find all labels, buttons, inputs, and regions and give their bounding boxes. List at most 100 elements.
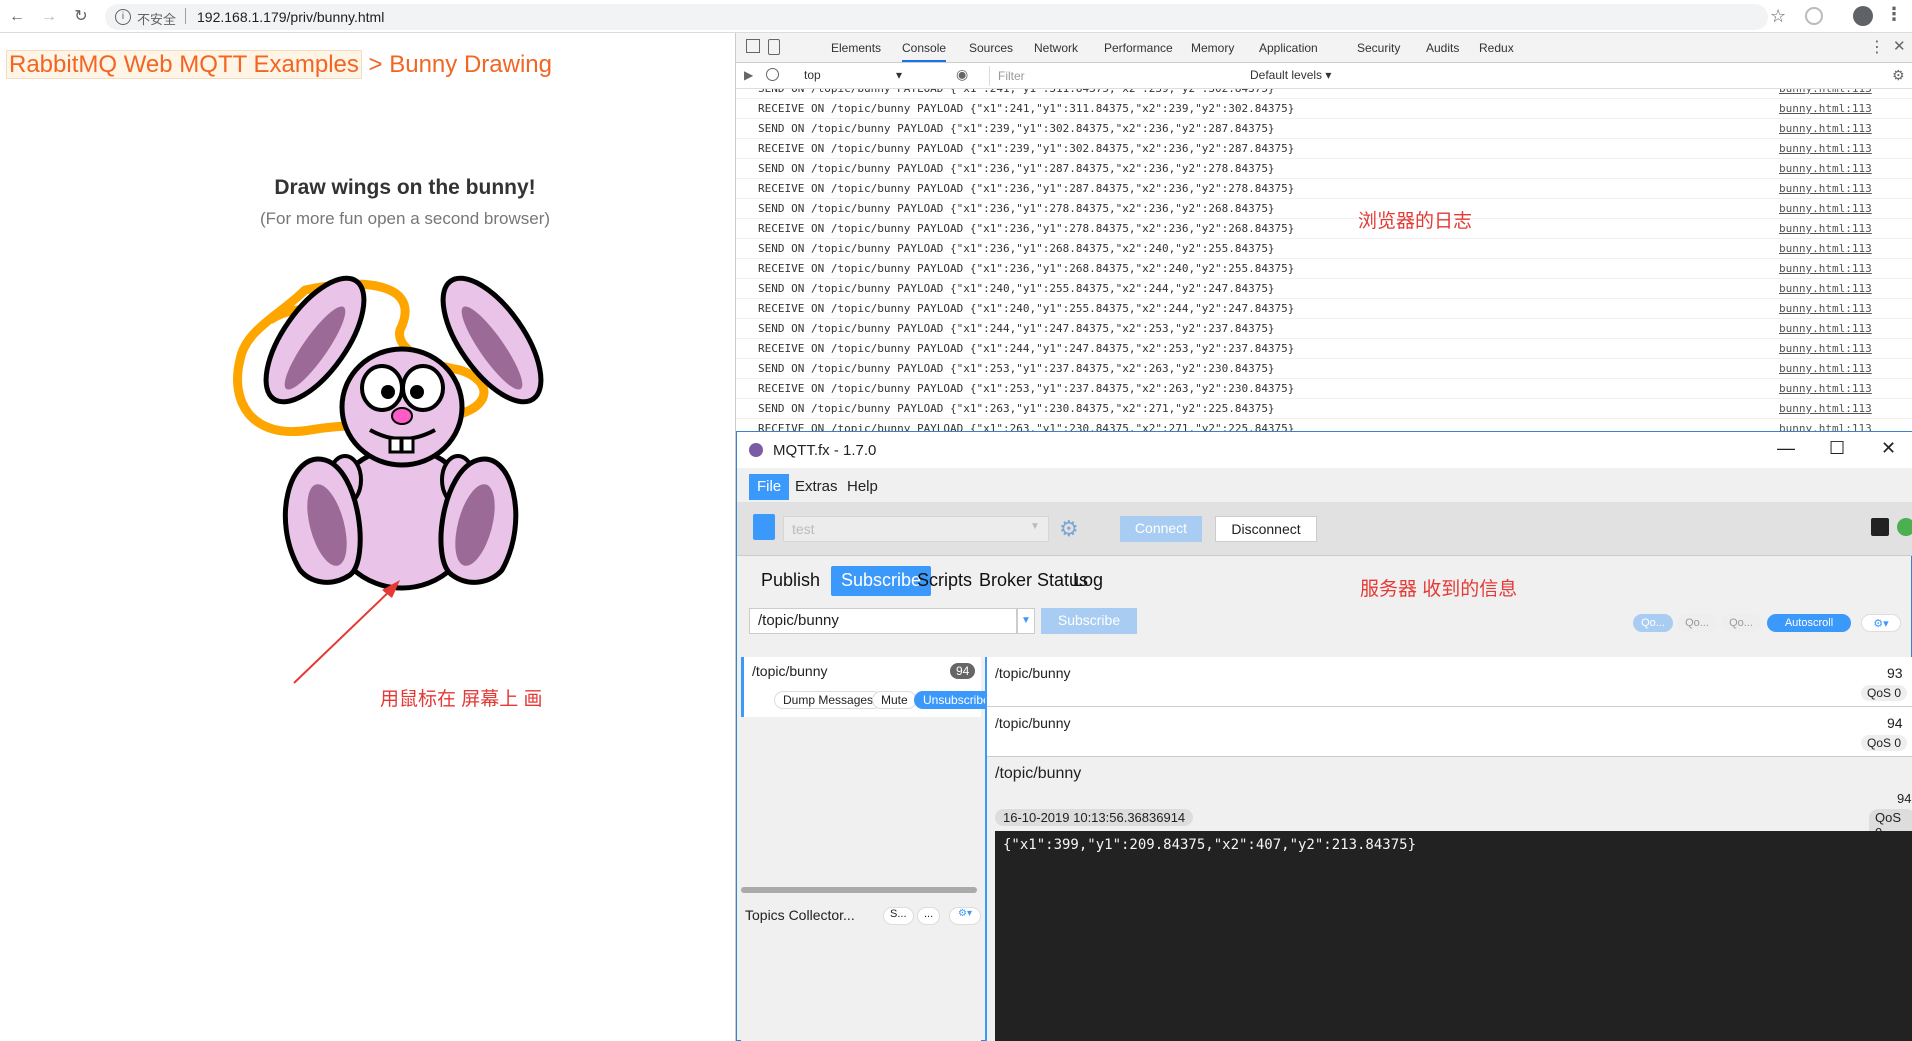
- devtools-tabbar: ⋮ ✕ Elements Console Sources Network Perform…: [736, 33, 1912, 63]
- qos2-toggle[interactable]: Qo...: [1721, 614, 1761, 632]
- sidebar-toggle-icon[interactable]: ▶︎: [744, 68, 753, 82]
- devtools-tab-elements[interactable]: Elements: [831, 41, 881, 55]
- device-toggle-icon[interactable]: [768, 39, 780, 55]
- profile-avatar[interactable]: [1853, 6, 1873, 26]
- console-filter-input[interactable]: Filter: [989, 66, 1215, 86]
- devtools-tab-network[interactable]: Network: [1034, 41, 1078, 55]
- log-source-link[interactable]: bunny.html:113: [1779, 362, 1872, 375]
- log-source-link[interactable]: bunny.html:113: [1779, 382, 1872, 395]
- lock-icon: [1871, 518, 1889, 536]
- bunny-left-eye: [360, 364, 404, 412]
- topic-input[interactable]: /topic/bunny: [749, 608, 1017, 634]
- eye-icon[interactable]: ◉: [956, 66, 968, 83]
- devtools-menu-icon[interactable]: ⋮: [1869, 37, 1885, 57]
- chevron-down-icon: ▼: [1030, 521, 1040, 532]
- settings-gear-icon[interactable]: ⚙: [1059, 516, 1079, 542]
- devtools-tab-console[interactable]: Console: [902, 41, 947, 62]
- mqttfx-tabbar: Publish Subscribe Scripts Broker Status Log: [737, 556, 1912, 600]
- log-source-link[interactable]: bunny.html:113: [1779, 222, 1872, 235]
- message-row[interactable]: /topic/bunny 94 QoS 0: [987, 707, 1912, 757]
- close-icon[interactable]: ✕: [1881, 438, 1896, 459]
- devtools-tab-sources[interactable]: Sources: [969, 41, 1013, 55]
- menu-extras[interactable]: Extras: [787, 474, 846, 500]
- devtools-tab-redux[interactable]: Redux: [1479, 41, 1514, 55]
- log-levels-select[interactable]: Default levels ▾: [1250, 68, 1331, 82]
- devtools-tab-memory[interactable]: Memory: [1191, 41, 1234, 55]
- log-message: SEND ON /topic/bunny PAYLOAD {"x1":263,"…: [758, 402, 1275, 415]
- message-row[interactable]: /topic/bunny 93 QoS 0: [987, 657, 1912, 707]
- payload-view[interactable]: {"x1":399,"y1":209.84375,"x2":407,"y2":2…: [995, 831, 1912, 1041]
- context-select[interactable]: top ▾: [804, 68, 1004, 84]
- clear-console-icon[interactable]: [766, 68, 779, 81]
- log-source-link[interactable]: bunny.html:113: [1779, 322, 1872, 335]
- console-log-row: RECEIVE ON /topic/bunny PAYLOAD {"x1":24…: [736, 299, 1912, 319]
- mute-button[interactable]: Mute: [872, 691, 917, 709]
- autoscroll-toggle[interactable]: Autoscroll: [1767, 614, 1851, 632]
- tab-log[interactable]: Log: [1063, 566, 1113, 596]
- log-source-link[interactable]: bunny.html:113: [1779, 242, 1872, 255]
- disconnect-button[interactable]: Disconnect: [1215, 516, 1317, 542]
- annotation-browser-log: 浏览器的日志: [1358, 211, 1473, 232]
- topics-collector-scan-button[interactable]: S...: [883, 907, 914, 925]
- log-source-link[interactable]: bunny.html:113: [1779, 282, 1872, 295]
- options-gear-icon[interactable]: ⚙▾: [1861, 614, 1901, 632]
- address-bar[interactable]: i 不安全 192.168.1.179/priv/bunny.html: [105, 4, 1768, 30]
- log-source-link[interactable]: bunny.html:113: [1779, 342, 1872, 355]
- subscription-item[interactable]: /topic/bunny 94 Dump Messages Mute Unsub…: [741, 657, 999, 717]
- minimize-icon[interactable]: —: [1777, 438, 1795, 459]
- log-source-link[interactable]: bunny.html:113: [1779, 102, 1872, 115]
- log-source-link[interactable]: bunny.html:113: [1779, 89, 1872, 95]
- maximize-icon[interactable]: ☐: [1829, 438, 1845, 459]
- tab-publish[interactable]: Publish: [751, 566, 830, 596]
- inspect-icon[interactable]: [746, 39, 760, 53]
- horizontal-scrollbar[interactable]: [741, 887, 977, 893]
- detail-timestamp: 16-10-2019 10:13:56.36836914: [995, 809, 1194, 826]
- url-text[interactable]: 192.168.1.179/priv/bunny.html: [197, 9, 384, 25]
- connection-profile-select[interactable]: test ▼: [783, 516, 1049, 542]
- console-log-row: SEND ON /topic/bunny PAYLOAD {"x1":236,"…: [736, 239, 1912, 259]
- menu-file[interactable]: File: [749, 474, 790, 500]
- page-heading: Draw wings on the bunny!: [274, 176, 536, 199]
- message-detail: /topic/bunny 94 16-10-2019 10:13:56.3683…: [987, 757, 1912, 1041]
- subscribe-button[interactable]: Subscribe: [1041, 608, 1137, 634]
- extension-icon[interactable]: [1805, 7, 1823, 25]
- reload-icon[interactable]: ↻: [70, 6, 92, 28]
- new-file-icon[interactable]: [753, 514, 775, 540]
- devtools-tab-audits[interactable]: Audits: [1426, 41, 1459, 55]
- examples-link[interactable]: RabbitMQ Web MQTT Examples: [6, 50, 362, 79]
- bookmark-star-icon[interactable]: ☆: [1770, 6, 1786, 27]
- log-source-link[interactable]: bunny.html:113: [1779, 162, 1872, 175]
- mqttfx-app-icon: [749, 443, 763, 457]
- dump-messages-button[interactable]: Dump Messages: [774, 691, 883, 709]
- detail-number: 94: [1897, 791, 1912, 806]
- log-source-link[interactable]: bunny.html:113: [1779, 182, 1872, 195]
- chevron-down-icon[interactable]: ▼: [1017, 608, 1035, 634]
- devtools-tab-security[interactable]: Security: [1357, 41, 1400, 55]
- topics-collector-gear-icon[interactable]: ⚙▾: [949, 907, 981, 925]
- console-log[interactable]: SEND ON /topic/bunny PAYLOAD {"x1":241,"…: [736, 89, 1912, 457]
- menu-kebab-icon[interactable]: ⋮: [1885, 4, 1903, 25]
- log-source-link[interactable]: bunny.html:113: [1779, 122, 1872, 135]
- devtools-tab-performance[interactable]: Performance: [1104, 41, 1173, 55]
- devtools-tab-application[interactable]: Application: [1259, 41, 1318, 55]
- mqttfx-window: MQTT.fx - 1.7.0 — ☐ ✕ File Extras Help tes…: [736, 431, 1912, 1041]
- log-message: RECEIVE ON /topic/bunny PAYLOAD {"x1":24…: [758, 342, 1295, 355]
- forward-icon[interactable]: →: [38, 6, 60, 28]
- console-log-row: SEND ON /topic/bunny PAYLOAD {"x1":244,"…: [736, 319, 1912, 339]
- log-source-link[interactable]: bunny.html:113: [1779, 142, 1872, 155]
- console-settings-icon[interactable]: ⚙: [1892, 67, 1905, 84]
- context-value: top: [804, 68, 821, 82]
- menu-help[interactable]: Help: [839, 474, 886, 500]
- log-source-link[interactable]: bunny.html:113: [1779, 262, 1872, 275]
- topics-collector-more-button[interactable]: ...: [917, 907, 941, 925]
- log-source-link[interactable]: bunny.html:113: [1779, 202, 1872, 215]
- log-source-link[interactable]: bunny.html:113: [1779, 402, 1872, 415]
- devtools-close-icon[interactable]: ✕: [1893, 37, 1906, 55]
- bunny-canvas[interactable]: [230, 270, 570, 600]
- connect-button[interactable]: Connect: [1120, 516, 1202, 542]
- info-icon[interactable]: i: [115, 9, 131, 25]
- back-icon[interactable]: ←: [6, 6, 28, 28]
- log-source-link[interactable]: bunny.html:113: [1779, 302, 1872, 315]
- qos1-toggle[interactable]: Qo...: [1677, 614, 1717, 632]
- qos0-toggle[interactable]: Qo...: [1633, 614, 1673, 632]
